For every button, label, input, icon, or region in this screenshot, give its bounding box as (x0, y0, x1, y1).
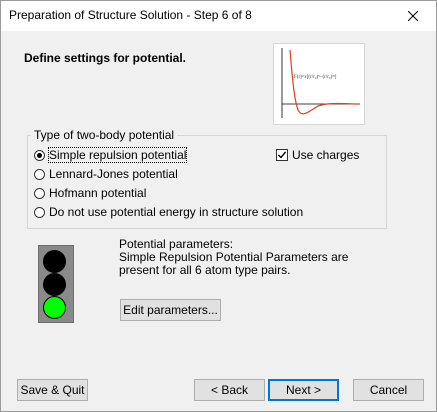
close-button[interactable] (390, 1, 436, 31)
back-button[interactable]: < Back (194, 379, 265, 401)
radio-button[interactable] (34, 168, 45, 180)
radio-no-potential[interactable]: Do not use potential energy in structure… (34, 205, 303, 219)
title-bar: Preparation of Structure Solution - Step… (1, 1, 436, 31)
potential-graph: F(r)=ε[(r/r₀)ⁿ−(r/r₀)ᵐ] (273, 43, 365, 125)
radio-button[interactable] (34, 206, 45, 218)
radio-hofmann[interactable]: Hofmann potential (34, 186, 146, 200)
checkbox-box[interactable] (276, 149, 288, 161)
page-heading: Define settings for potential. (24, 51, 187, 65)
dialog-window: Preparation of Structure Solution - Step… (0, 0, 437, 412)
potential-curve-icon: F(r)=ε[(r/r₀)ⁿ−(r/r₀)ᵐ] (281, 48, 361, 118)
radio-label: Lennard-Jones potential (49, 167, 178, 181)
radio-label: Hofmann potential (49, 186, 147, 200)
checkmark-icon (278, 151, 287, 159)
group-legend: Type of two-body potential (31, 128, 178, 142)
cancel-button[interactable]: Cancel (353, 379, 424, 401)
graph-formula: F(r)=ε[(r/r₀)ⁿ−(r/r₀)ᵐ] (294, 75, 337, 80)
next-button[interactable]: Next > (268, 379, 339, 401)
window-title: Preparation of Structure Solution - Step… (9, 8, 252, 22)
params-description: Simple Repulsion Potential Parameters ar… (119, 250, 349, 277)
radio-lennard-jones[interactable]: Lennard-Jones potential (34, 167, 178, 181)
traffic-light (38, 245, 74, 323)
traffic-light-top (43, 250, 66, 273)
radio-simple-repulsion[interactable]: Simple repulsion potential (34, 147, 188, 163)
use-charges-checkbox[interactable]: Use charges (276, 148, 359, 162)
radio-label: Do not use potential energy in structure… (49, 205, 304, 219)
checkbox-label: Use charges (292, 148, 360, 162)
close-icon (408, 11, 418, 21)
radio-button[interactable] (34, 149, 45, 161)
params-title: Potential parameters: (119, 237, 234, 251)
radio-button[interactable] (34, 187, 45, 199)
radio-label: Simple repulsion potential (47, 147, 188, 163)
edit-parameters-button[interactable]: Edit parameters... (120, 299, 221, 321)
save-quit-button[interactable]: Save & Quit (17, 379, 88, 401)
traffic-light-middle (43, 273, 66, 296)
traffic-light-bottom (43, 296, 66, 319)
